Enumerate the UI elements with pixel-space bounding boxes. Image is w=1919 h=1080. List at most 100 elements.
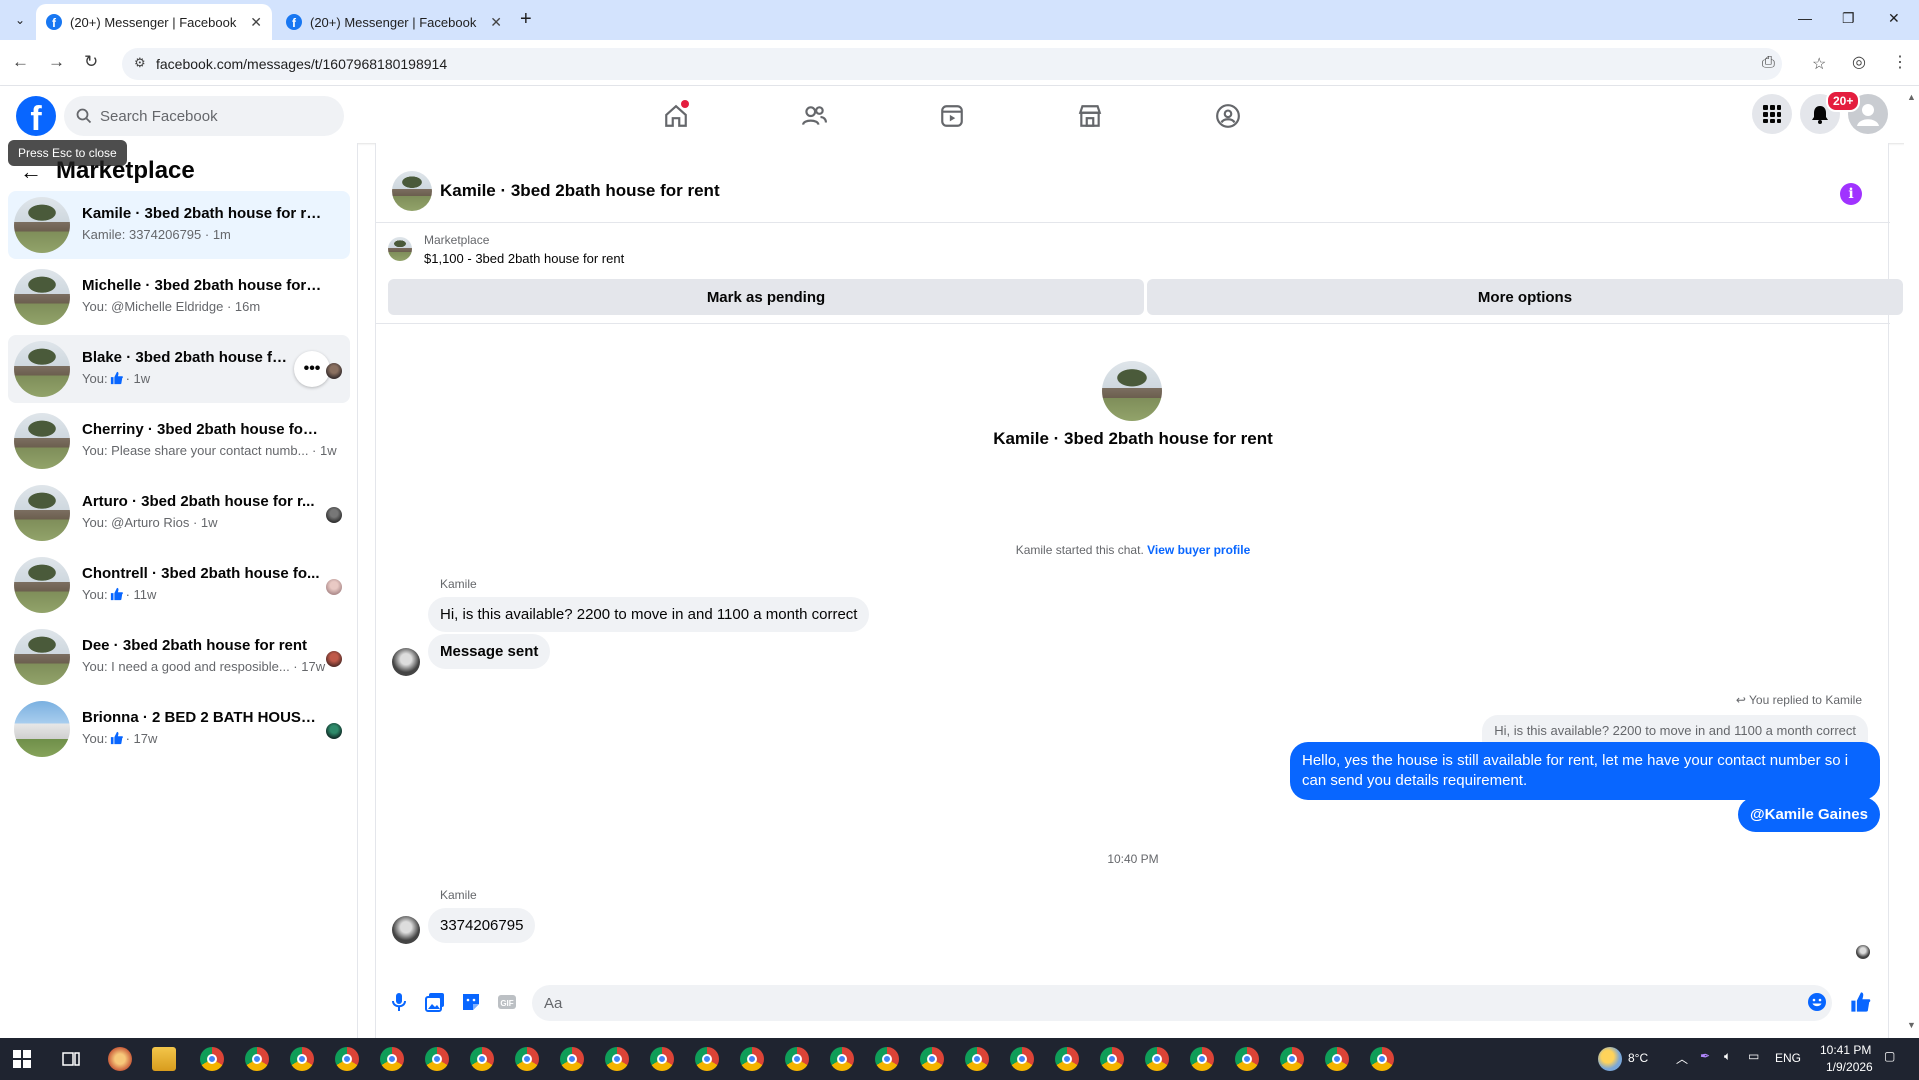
conversation-item[interactable]: Blake · 3bed 2bath house for re... You:·… — [8, 335, 350, 403]
chrome-taskbar-icon[interactable] — [650, 1047, 674, 1071]
install-app-icon[interactable]: ⎙ — [1762, 54, 1775, 72]
listing-title[interactable]: $1,100 - 3bed 2bath house for rent — [424, 251, 624, 266]
new-tab-button[interactable]: + — [520, 8, 532, 30]
scroll-up-icon[interactable]: ▲ — [1907, 92, 1916, 102]
file-explorer-icon[interactable] — [152, 1047, 176, 1071]
gif-icon[interactable]: GIF — [496, 991, 518, 1013]
site-info-icon[interactable]: ⚙ — [134, 55, 150, 71]
home-nav[interactable] — [654, 94, 698, 138]
chrome-taskbar-icon[interactable] — [605, 1047, 629, 1071]
chrome-taskbar-icon[interactable] — [470, 1047, 494, 1071]
network-icon[interactable]: ▭ — [1748, 1049, 1759, 1063]
clock-time[interactable]: 10:41 PM — [1820, 1043, 1871, 1057]
chrome-taskbar-icon[interactable] — [1055, 1047, 1079, 1071]
chrome-taskbar-icon[interactable] — [965, 1047, 989, 1071]
minimize-button[interactable]: — — [1798, 10, 1812, 26]
tab-search-button[interactable]: ⌄ — [8, 8, 32, 32]
chrome-taskbar-icon[interactable] — [1370, 1047, 1394, 1071]
chat-title[interactable]: Kamile · 3bed 2bath house for rent — [440, 181, 720, 201]
close-tab-icon[interactable]: ✕ — [250, 14, 262, 31]
sender-avatar[interactable] — [392, 648, 420, 676]
conversation-item[interactable]: Dee · 3bed 2bath house for rent You: I n… — [8, 623, 350, 691]
voice-clip-icon[interactable] — [388, 991, 410, 1013]
sticker-icon[interactable] — [460, 991, 482, 1013]
menu-button[interactable] — [1752, 94, 1792, 134]
taskbar-app-icon[interactable] — [108, 1047, 132, 1071]
friends-nav[interactable] — [792, 94, 836, 138]
address-bar[interactable]: ⚙ facebook.com/messages/t/16079681801989… — [122, 48, 1826, 80]
thumbs-up-send-icon[interactable] — [1850, 991, 1872, 1013]
forward-arrow-icon[interactable]: → — [48, 52, 65, 72]
browser-menu-icon[interactable]: ⋮ — [1892, 52, 1908, 72]
marketplace-nav[interactable] — [1068, 94, 1112, 138]
message-input[interactable] — [532, 985, 1832, 1021]
more-options-button[interactable]: ••• — [294, 351, 330, 387]
page-scrollbar[interactable]: ▲ ▼ — [1904, 86, 1919, 1038]
conversation-item[interactable]: Michelle · 3bed 2bath house for rent You… — [8, 263, 350, 331]
emoji-icon[interactable] — [1806, 991, 1828, 1013]
weather-temperature[interactable]: 8°C — [1628, 1051, 1648, 1065]
chrome-taskbar-icon[interactable] — [1145, 1047, 1169, 1071]
chrome-taskbar-icon[interactable] — [1325, 1047, 1349, 1071]
browser-tab[interactable]: f (20+) Messenger | Facebook ✕ — [276, 4, 512, 40]
close-window-button[interactable]: ✕ — [1888, 10, 1900, 27]
facebook-search[interactable] — [64, 96, 344, 136]
chrome-taskbar-icon[interactable] — [1280, 1047, 1304, 1071]
chrome-taskbar-icon[interactable] — [245, 1047, 269, 1071]
browser-tab-active[interactable]: f (20+) Messenger | Facebook ✕ — [36, 4, 272, 40]
weather-icon[interactable] — [1598, 1047, 1622, 1071]
restore-button[interactable]: ❐ — [1842, 10, 1855, 27]
chrome-taskbar-icon[interactable] — [1190, 1047, 1214, 1071]
clock-date[interactable]: 1/9/2026 — [1826, 1060, 1873, 1074]
volume-icon[interactable]: 🔈︎ — [1724, 1049, 1731, 1064]
chrome-taskbar-icon[interactable] — [920, 1047, 944, 1071]
outgoing-message[interactable]: Hello, yes the house is still available … — [1290, 742, 1880, 800]
sender-avatar[interactable] — [392, 916, 420, 944]
reload-icon[interactable]: ↻ — [84, 52, 98, 72]
chrome-taskbar-icon[interactable] — [560, 1047, 584, 1071]
chrome-taskbar-icon[interactable] — [1100, 1047, 1124, 1071]
outgoing-message[interactable]: @Kamile Gaines — [1737, 797, 1880, 832]
chrome-taskbar-icon[interactable] — [830, 1047, 854, 1071]
chrome-taskbar-icon[interactable] — [200, 1047, 224, 1071]
chat-listing-avatar[interactable] — [392, 171, 432, 211]
back-arrow-icon[interactable]: ← — [12, 52, 29, 72]
video-nav[interactable] — [930, 94, 974, 138]
scroll-down-icon[interactable]: ▼ — [1907, 1020, 1916, 1030]
conversation-item[interactable]: Cherriny · 3bed 2bath house for rent You… — [8, 407, 350, 475]
chrome-taskbar-icon[interactable] — [695, 1047, 719, 1071]
listing-thumbnail[interactable] — [388, 237, 412, 261]
groups-nav[interactable] — [1206, 94, 1250, 138]
show-hidden-icons-icon[interactable]: ︿ — [1676, 1050, 1688, 1067]
pen-icon[interactable]: ✒ — [1700, 1049, 1710, 1063]
conversation-item[interactable]: Brionna · 2 BED 2 BATH HOUSE ... You: · 1… — [8, 695, 350, 763]
incoming-message[interactable]: Hi, is this available? 2200 to move in a… — [428, 597, 870, 632]
facebook-logo-icon[interactable]: f — [16, 96, 56, 136]
close-tab-icon[interactable]: ✕ — [490, 14, 502, 31]
chrome-taskbar-icon[interactable] — [380, 1047, 404, 1071]
chrome-taskbar-icon[interactable] — [875, 1047, 899, 1071]
chrome-taskbar-icon[interactable] — [785, 1047, 809, 1071]
chrome-taskbar-icon[interactable] — [335, 1047, 359, 1071]
mark-as-pending-button[interactable]: Mark as pending — [388, 279, 1144, 315]
conversation-item[interactable]: Chontrell · 3bed 2bath house fo... You: ·… — [8, 551, 350, 619]
chrome-taskbar-icon[interactable] — [1235, 1047, 1259, 1071]
chrome-taskbar-icon[interactable] — [740, 1047, 764, 1071]
more-options-button[interactable]: More options — [1147, 279, 1903, 315]
info-icon[interactable]: i — [1840, 183, 1862, 205]
conversation-item[interactable]: Kamile · 3bed 2bath house for rent Kamil… — [8, 191, 350, 259]
attach-photo-icon[interactable] — [424, 991, 446, 1013]
search-input[interactable] — [100, 107, 320, 125]
notification-center-icon[interactable]: ▢ — [1884, 1049, 1895, 1063]
view-buyer-profile-link[interactable]: View buyer profile — [1147, 543, 1250, 557]
chrome-taskbar-icon[interactable] — [1010, 1047, 1034, 1071]
chrome-taskbar-icon[interactable] — [290, 1047, 314, 1071]
conversation-item[interactable]: Arturo · 3bed 2bath house for r... You: … — [8, 479, 350, 547]
chrome-taskbar-icon[interactable] — [425, 1047, 449, 1071]
language-indicator[interactable]: ENG — [1775, 1051, 1801, 1065]
incoming-message[interactable]: Message sent — [428, 634, 551, 669]
windows-start-icon[interactable] — [13, 1050, 31, 1068]
profile-icon[interactable]: ◎ — [1852, 52, 1866, 72]
incoming-message[interactable]: 3374206795 — [428, 908, 536, 943]
chrome-taskbar-icon[interactable] — [515, 1047, 539, 1071]
